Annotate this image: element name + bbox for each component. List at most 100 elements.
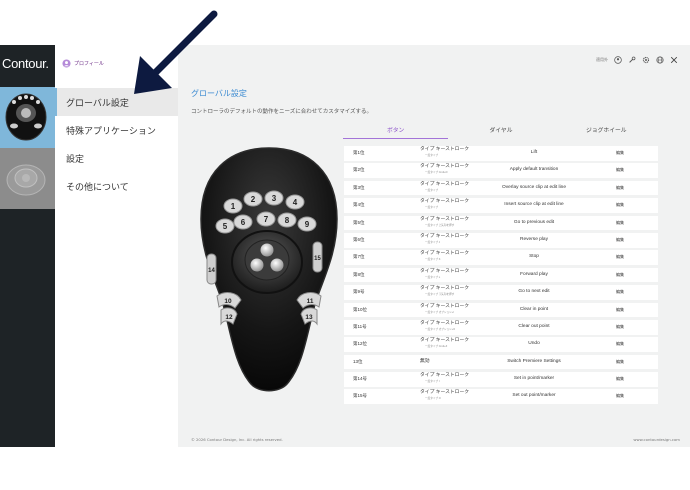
button-name: 第7位 (353, 254, 365, 260)
action-type-detail: 一度タイプ I (425, 380, 440, 384)
action-description: Switch Premiere Settings (507, 358, 561, 364)
tab-jog-wheel[interactable]: ジョグホイール (554, 125, 659, 139)
button-name: 第15号 (353, 393, 368, 399)
action-type: 無効 (420, 358, 430, 364)
profile-icon (62, 58, 71, 68)
user-label: 適用外 (596, 57, 608, 62)
edit-button[interactable]: 編集 (616, 372, 624, 387)
button-label-12: 12 (225, 314, 233, 321)
close-icon[interactable] (670, 56, 678, 64)
action-type-detail: 一度タイプ (425, 154, 438, 157)
button-label-3: 3 (272, 194, 277, 203)
action-type-detail: 一度タイプ オプション+I (425, 310, 454, 314)
edit-button[interactable]: 編集 (616, 198, 624, 213)
edit-button[interactable]: 編集 (616, 216, 624, 231)
action-description: Clear out point (518, 323, 550, 329)
action-type: タイプ キーストローク (420, 199, 470, 205)
button-name: 13位 (353, 358, 363, 364)
button-label-5: 5 (223, 222, 228, 231)
action-type-detail: 一度タイプ 下矢印を押す (425, 293, 455, 297)
table-row: 第5位 タイプ キーストローク 一度タイプ 上矢印を押す Go to previous… (344, 215, 658, 231)
jog-dimple-2 (250, 258, 264, 272)
menu-item-special-applications[interactable]: 特殊アプリケーション (55, 116, 178, 144)
table-row: 第15号 タイプ キーストローク 一度タイプ O Set out point/mark… (344, 389, 658, 405)
edit-button[interactable]: 編集 (616, 163, 624, 178)
action-type: タイプ キーストローク (420, 338, 470, 344)
action-description: Overlay source clip at edit line (502, 184, 566, 190)
controller-illustration: 1 2 3 4 5 6 7 8 9 14 15 10 11 12 13 (200, 147, 338, 392)
edit-button[interactable]: 編集 (616, 181, 624, 196)
action-type: タイプ キーストローク (420, 268, 470, 274)
website-link[interactable]: www.contourdesign.com (633, 437, 680, 442)
profile-selector[interactable]: プロフィール (62, 55, 104, 71)
contour-logo: Contour. (2, 56, 49, 71)
action-description: Apply default transition (509, 167, 559, 173)
button-name: 第12位 (353, 341, 368, 347)
gear-icon[interactable] (642, 56, 650, 64)
action-description: Go to previous edit (513, 219, 555, 225)
action-type-detail: 一度タイプ K (425, 258, 441, 262)
table-row: 第2位 タイプ キーストローク 一度タイプ Cmd+D Apply default t… (344, 163, 658, 178)
table-row: 第8位 タイプ キーストローク 一度タイプ L Forward play 編集 (344, 267, 658, 283)
page-subtitle: コントローラのデフォルトの動作をニーズに合わせてカスタマイズする。 (191, 109, 373, 115)
action-type: タイプ キーストローク (420, 373, 470, 379)
edit-button[interactable]: 編集 (616, 250, 624, 265)
table-row: 第14号 タイプ キーストローク 一度タイプ I Set in point/marke… (344, 372, 658, 387)
button-label-4: 4 (293, 198, 298, 207)
table-row: 第3位 タイプ キーストローク 一度タイプ Overlay source clip a… (344, 180, 658, 196)
edit-button[interactable]: 編集 (616, 303, 624, 318)
button-label-1: 1 (231, 202, 236, 211)
action-type-detail: 一度タイプ 上矢印を押す (425, 223, 455, 227)
edit-button[interactable]: 編集 (616, 389, 624, 404)
button-label-10: 10 (224, 298, 232, 305)
action-type-detail: 一度タイプ Cmd+Z (425, 345, 448, 349)
button-name: 第11号 (353, 323, 367, 329)
edit-button[interactable]: 編集 (616, 268, 624, 283)
menu-item-label: 設定 (66, 154, 85, 165)
button-name: 第6位 (353, 236, 365, 242)
button-name: 第9号 (353, 289, 365, 295)
button-name: 第4位 (353, 202, 365, 208)
wrench-icon[interactable] (628, 56, 636, 64)
edit-button[interactable]: 編集 (616, 285, 624, 300)
action-type-detail: 一度タイプ L (425, 275, 441, 279)
action-type-detail: 一度タイプ J (425, 240, 440, 244)
shuttle-xpress-icon (6, 164, 46, 196)
screenshot-stage: Contour. プロフィール グローバル設定 特殊アプリケーション 設定 その… (0, 0, 690, 490)
profile-label: プロフィール (74, 60, 104, 67)
button-label-7: 7 (264, 215, 269, 224)
button-name: 第5位 (353, 219, 365, 225)
table-row: 第7位 タイプ キーストローク 一度タイプ K Stop 編集 (344, 250, 658, 265)
tab-buttons[interactable]: ボタン (343, 125, 449, 139)
action-type: タイプ キーストローク (420, 147, 470, 152)
action-description: Insert source clip at edit line (504, 202, 564, 208)
action-description: Clear in point (519, 306, 549, 312)
action-type-detail: 一度タイプ O (425, 397, 441, 401)
globe-icon[interactable] (656, 56, 664, 64)
edit-button[interactable]: 編集 (616, 337, 624, 352)
menu-item-label: 特殊アプリケーション (66, 126, 156, 137)
action-type: タイプ キーストローク (420, 390, 470, 396)
tab-dial[interactable]: ダイヤル (448, 125, 553, 139)
button-name: 第10位 (353, 306, 368, 312)
edit-button[interactable]: 編集 (616, 355, 624, 370)
user-icon[interactable] (614, 56, 622, 64)
table-row: 第4位 タイプ キーストローク 一度タイプ Insert source clip at… (344, 198, 658, 213)
edit-button[interactable]: 編集 (616, 233, 624, 248)
table-row: 13位 無効 Switch Premiere Settings 編集 (344, 354, 658, 370)
device-shuttle-xpress[interactable] (0, 148, 55, 209)
button-name: 第2位 (353, 167, 365, 173)
edit-button[interactable]: 編集 (616, 320, 624, 335)
button-label-9: 9 (305, 220, 310, 229)
edit-button[interactable]: 編集 (616, 146, 624, 161)
menu-item-settings[interactable]: 設定 (55, 144, 178, 172)
table-row: 第12位 タイプ キーストローク 一度タイプ Cmd+Z Undo 編集 (344, 337, 658, 352)
device-shuttle-pro-selected[interactable] (0, 87, 55, 148)
top-toolbar: 適用外 (596, 56, 678, 64)
menu-item-about[interactable]: その他について (55, 172, 178, 200)
table-row: 第10位 タイプ キーストローク 一度タイプ オプション+I Clear in poi… (344, 302, 658, 318)
table-row: 第1位 タイプ キーストローク 一度タイプ Lift 編集 (344, 146, 658, 161)
action-type: タイプ キーストローク (420, 286, 470, 292)
action-type: タイプ キーストローク (420, 233, 470, 239)
table-row: 第9号 タイプ キーストローク 一度タイプ 下矢印を押す Go to next edi… (344, 285, 658, 300)
